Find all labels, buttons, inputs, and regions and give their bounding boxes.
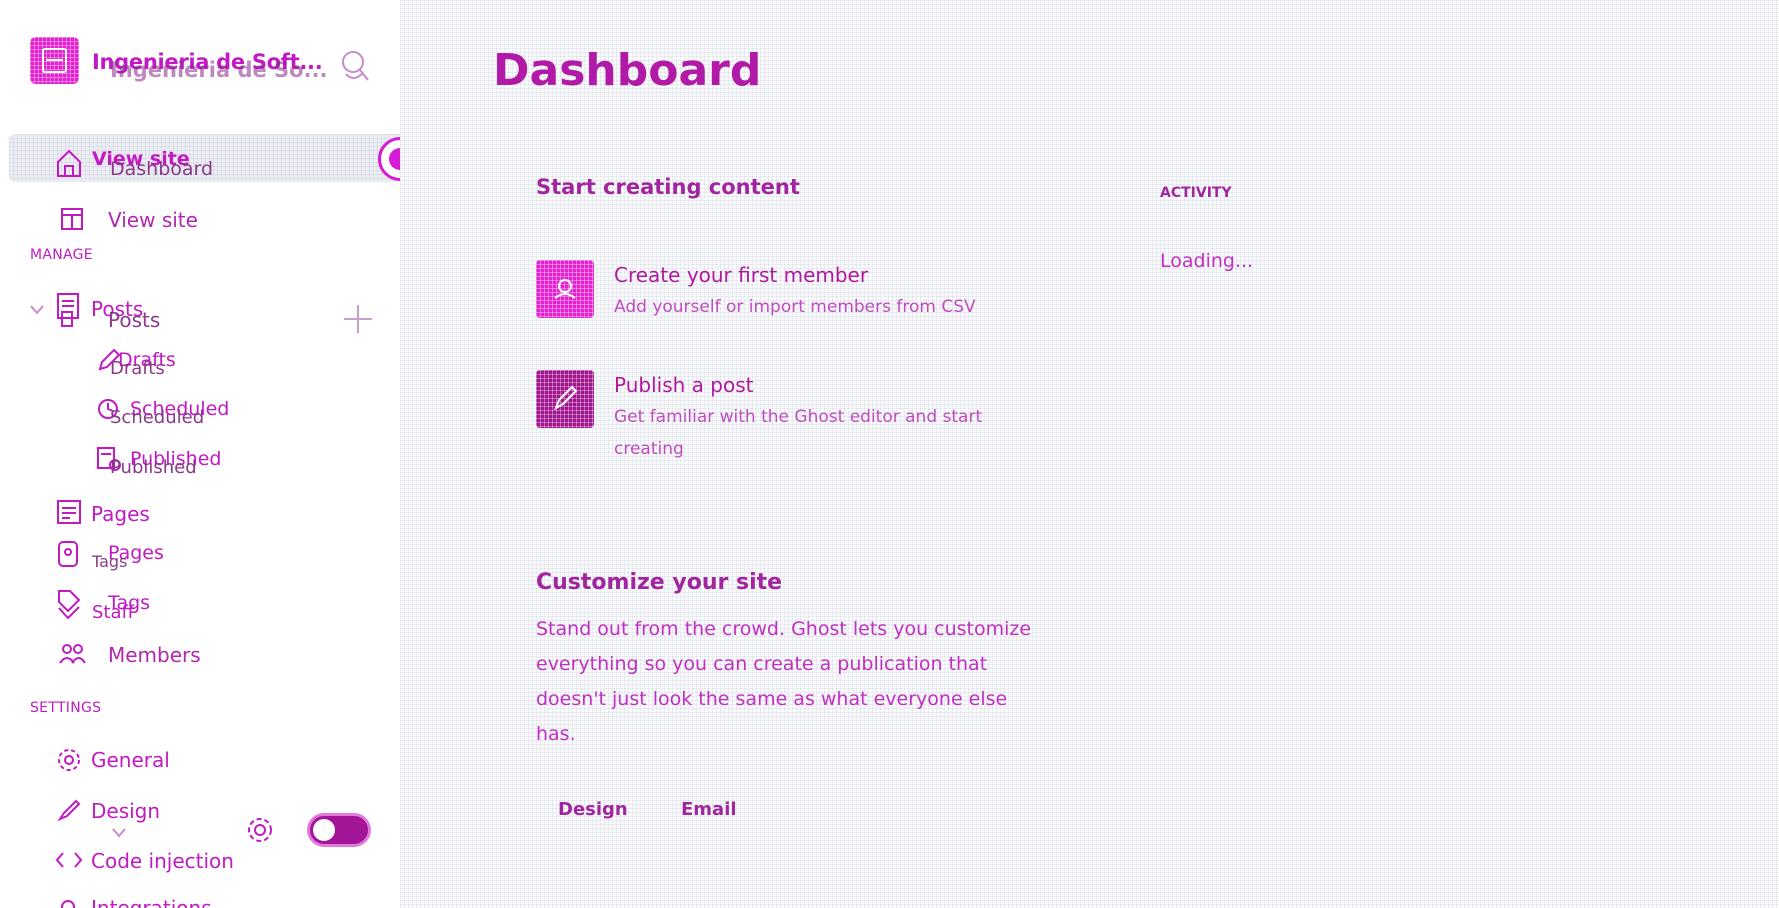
gear-icon <box>56 747 82 777</box>
new-post-button[interactable] <box>344 305 372 333</box>
chevron-down-icon[interactable] <box>112 823 126 842</box>
create-member-link[interactable]: Create your first member <box>614 263 868 287</box>
pages-icon <box>56 499 82 529</box>
nav-item-general[interactable]: General <box>91 748 170 772</box>
nav-item-drafts-overlay: Drafts <box>110 358 165 379</box>
member-row-icon[interactable] <box>536 260 594 318</box>
nav-item-posts-overlay: Posts <box>108 308 161 332</box>
email-link[interactable]: Email <box>681 799 737 820</box>
staff-icon <box>56 588 82 626</box>
publish-post-desc: Get familiar with the Ghost editor and s… <box>614 407 983 459</box>
nav-item-published-overlay: Published <box>110 457 197 478</box>
nav-item-design[interactable]: Design <box>91 799 160 823</box>
window-icon <box>60 207 84 235</box>
code-icon <box>55 850 83 874</box>
site-title-overlay: Ingenieria de So... <box>110 58 328 82</box>
members-icon <box>58 643 86 669</box>
nav-item-tags-overlay: Tags <box>92 552 128 571</box>
nav-item-view-site-2[interactable]: View site <box>108 208 198 232</box>
brush-icon <box>56 797 82 827</box>
customize-heading: Customize your site <box>536 570 783 595</box>
integrations-icon <box>58 896 78 908</box>
nav-item-staff[interactable]: Staff <box>92 602 134 623</box>
start-creating-heading: Start creating content <box>536 175 800 199</box>
publish-post-link[interactable]: Publish a post <box>614 373 753 397</box>
section-label-settings: SETTINGS <box>30 700 102 716</box>
nav-item-integrations[interactable]: Integrations <box>91 896 212 908</box>
tags-icon <box>56 540 82 576</box>
page-title: Dashboard <box>493 45 762 96</box>
posts-icon <box>56 292 82 332</box>
create-member-desc: Add yourself or import members from CSV <box>614 297 976 317</box>
settings-gear-icon[interactable] <box>245 815 275 849</box>
section-label-manage: MANAGE <box>30 247 93 263</box>
nav-item-members[interactable]: Members <box>108 643 201 667</box>
chevron-down-icon[interactable] <box>30 300 44 319</box>
customize-body: Stand out from the crowd. Ghost lets you… <box>536 618 1032 745</box>
activity-loading: Loading... <box>1160 250 1254 272</box>
nav-item-scheduled-overlay: Scheduled <box>110 407 205 428</box>
search-icon[interactable] <box>340 48 370 86</box>
design-link[interactable]: Design <box>558 799 628 820</box>
publish-row-icon[interactable] <box>536 370 594 428</box>
nav-item-code-injection[interactable]: Code injection <box>91 849 234 873</box>
nav-item-pages[interactable]: Pages <box>91 502 150 526</box>
home-icon <box>56 148 82 182</box>
sidebar: Ingenieria de Soft... Ingenieria de So..… <box>0 0 400 908</box>
activity-label: ACTIVITY <box>1160 185 1232 201</box>
main-content <box>400 0 1779 908</box>
dark-mode-toggle[interactable] <box>307 813 371 847</box>
nav-item-dashboard[interactable]: Dashboard <box>110 158 213 180</box>
site-logo[interactable] <box>30 37 79 84</box>
